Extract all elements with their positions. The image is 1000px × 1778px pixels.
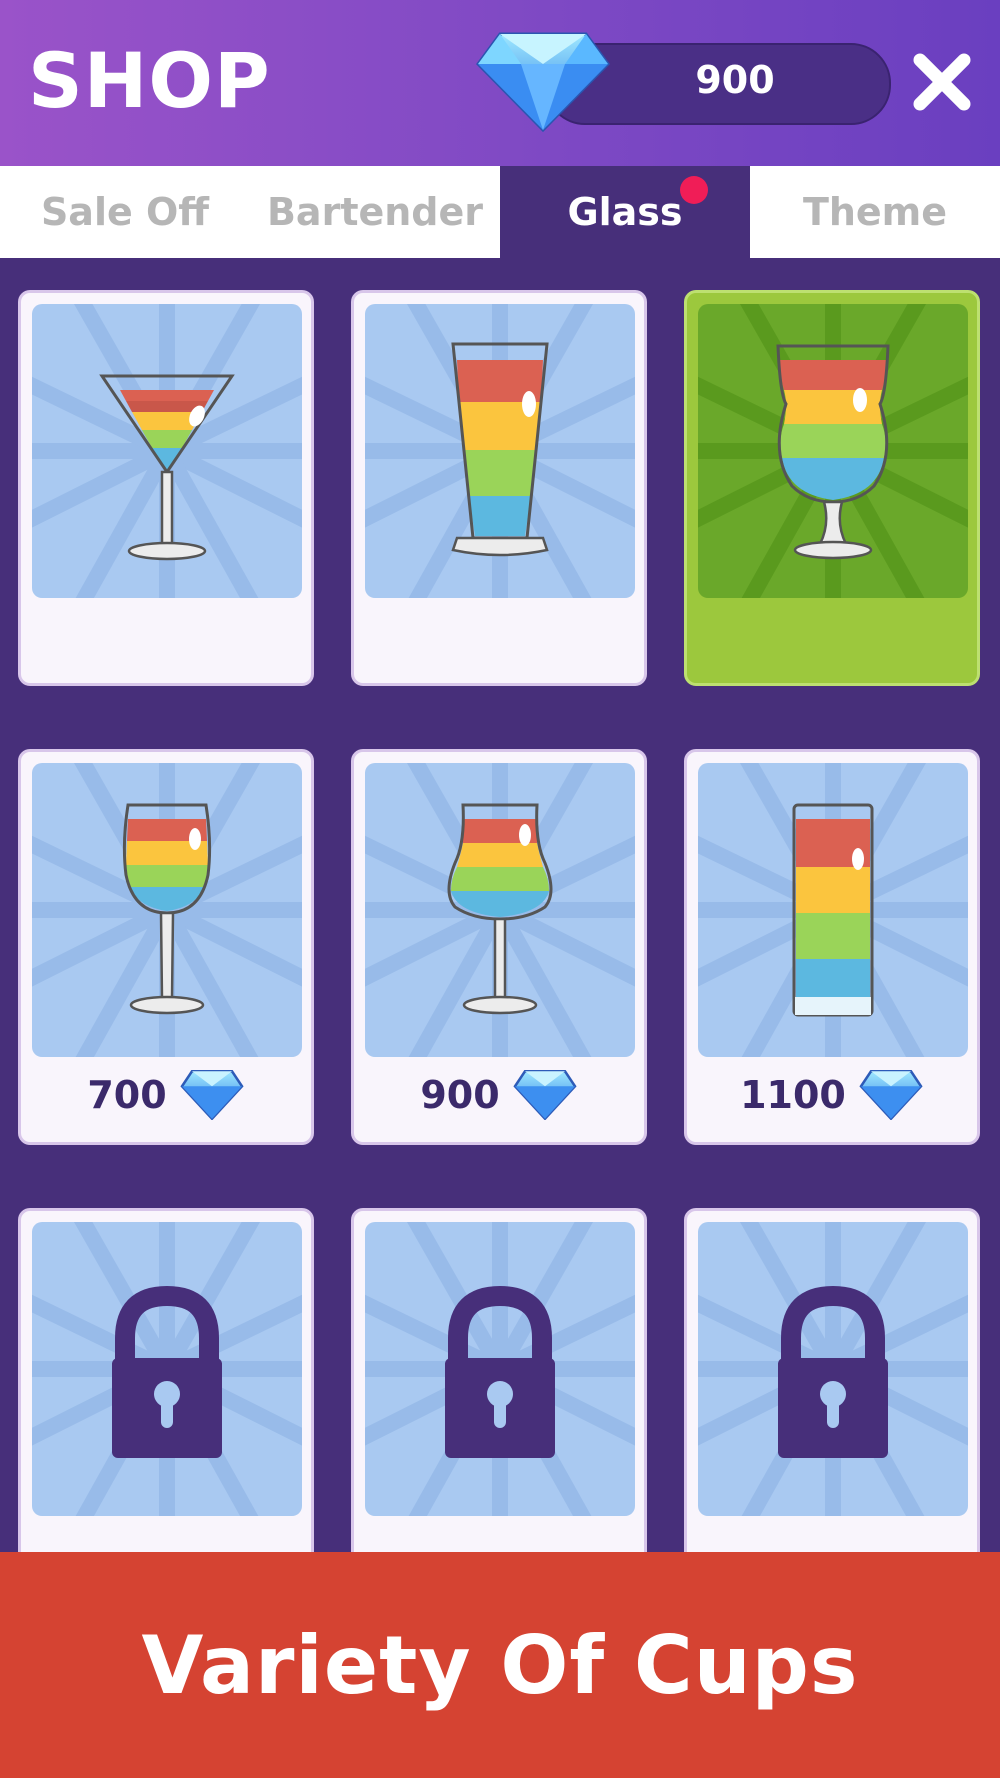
banner-text: Variety Of Cups xyxy=(141,1618,859,1712)
highball-glass-icon xyxy=(698,763,968,1057)
promo-banner: Variety Of Cups xyxy=(0,1552,1000,1778)
tab-sale-off[interactable]: Sale Off xyxy=(0,166,250,258)
shop-header: SHOP 900 xyxy=(0,0,1000,166)
item-image xyxy=(365,763,635,1057)
item-image xyxy=(365,304,635,598)
hurricane-glass-icon xyxy=(698,304,968,598)
item-image xyxy=(698,1222,968,1516)
item-image xyxy=(698,304,968,598)
diamond-icon xyxy=(476,32,610,132)
tulip-glass-icon xyxy=(365,763,635,1057)
shop-item-locked[interactable] xyxy=(18,1208,314,1604)
item-image xyxy=(365,1222,635,1516)
shop-item-martini[interactable] xyxy=(18,290,314,686)
shop-item-locked[interactable] xyxy=(351,1208,647,1604)
price-value: 900 xyxy=(420,1073,500,1117)
item-image xyxy=(698,763,968,1057)
shop-item-hurricane[interactable] xyxy=(684,290,980,686)
diamond-icon xyxy=(180,1070,243,1120)
shop-item-highball[interactable]: 1100 xyxy=(684,749,980,1145)
item-image xyxy=(32,304,302,598)
lock-icon xyxy=(698,1222,968,1516)
shop-item-wine[interactable]: 700 xyxy=(18,749,314,1145)
item-price: 900 xyxy=(354,1070,644,1120)
close-icon[interactable] xyxy=(912,52,972,112)
martini-glass-icon xyxy=(32,304,302,598)
price-value: 1100 xyxy=(740,1073,846,1117)
tab-bar: Sale Off Bartender Glass Theme xyxy=(0,166,1000,258)
lock-icon xyxy=(32,1222,302,1516)
diamond-icon xyxy=(859,1070,923,1120)
shop-item-tulip[interactable]: 900 xyxy=(351,749,647,1145)
price-value: 700 xyxy=(87,1073,167,1117)
shop-item-pilsner[interactable] xyxy=(351,290,647,686)
diamond-icon xyxy=(513,1070,576,1120)
wine-glass-icon xyxy=(32,763,302,1057)
tab-theme[interactable]: Theme xyxy=(750,166,1000,258)
shop-item-locked[interactable] xyxy=(684,1208,980,1604)
pilsner-glass-icon xyxy=(365,304,635,598)
tab-glass[interactable]: Glass xyxy=(500,166,750,258)
lock-icon xyxy=(365,1222,635,1516)
gem-count: 900 xyxy=(695,58,775,102)
item-image xyxy=(32,1222,302,1516)
item-price: 1100 xyxy=(687,1070,977,1120)
item-price: 700 xyxy=(21,1070,311,1120)
page-title: SHOP xyxy=(28,36,271,125)
item-image xyxy=(32,763,302,1057)
notification-dot xyxy=(680,176,708,204)
tab-bartender[interactable]: Bartender xyxy=(250,166,500,258)
